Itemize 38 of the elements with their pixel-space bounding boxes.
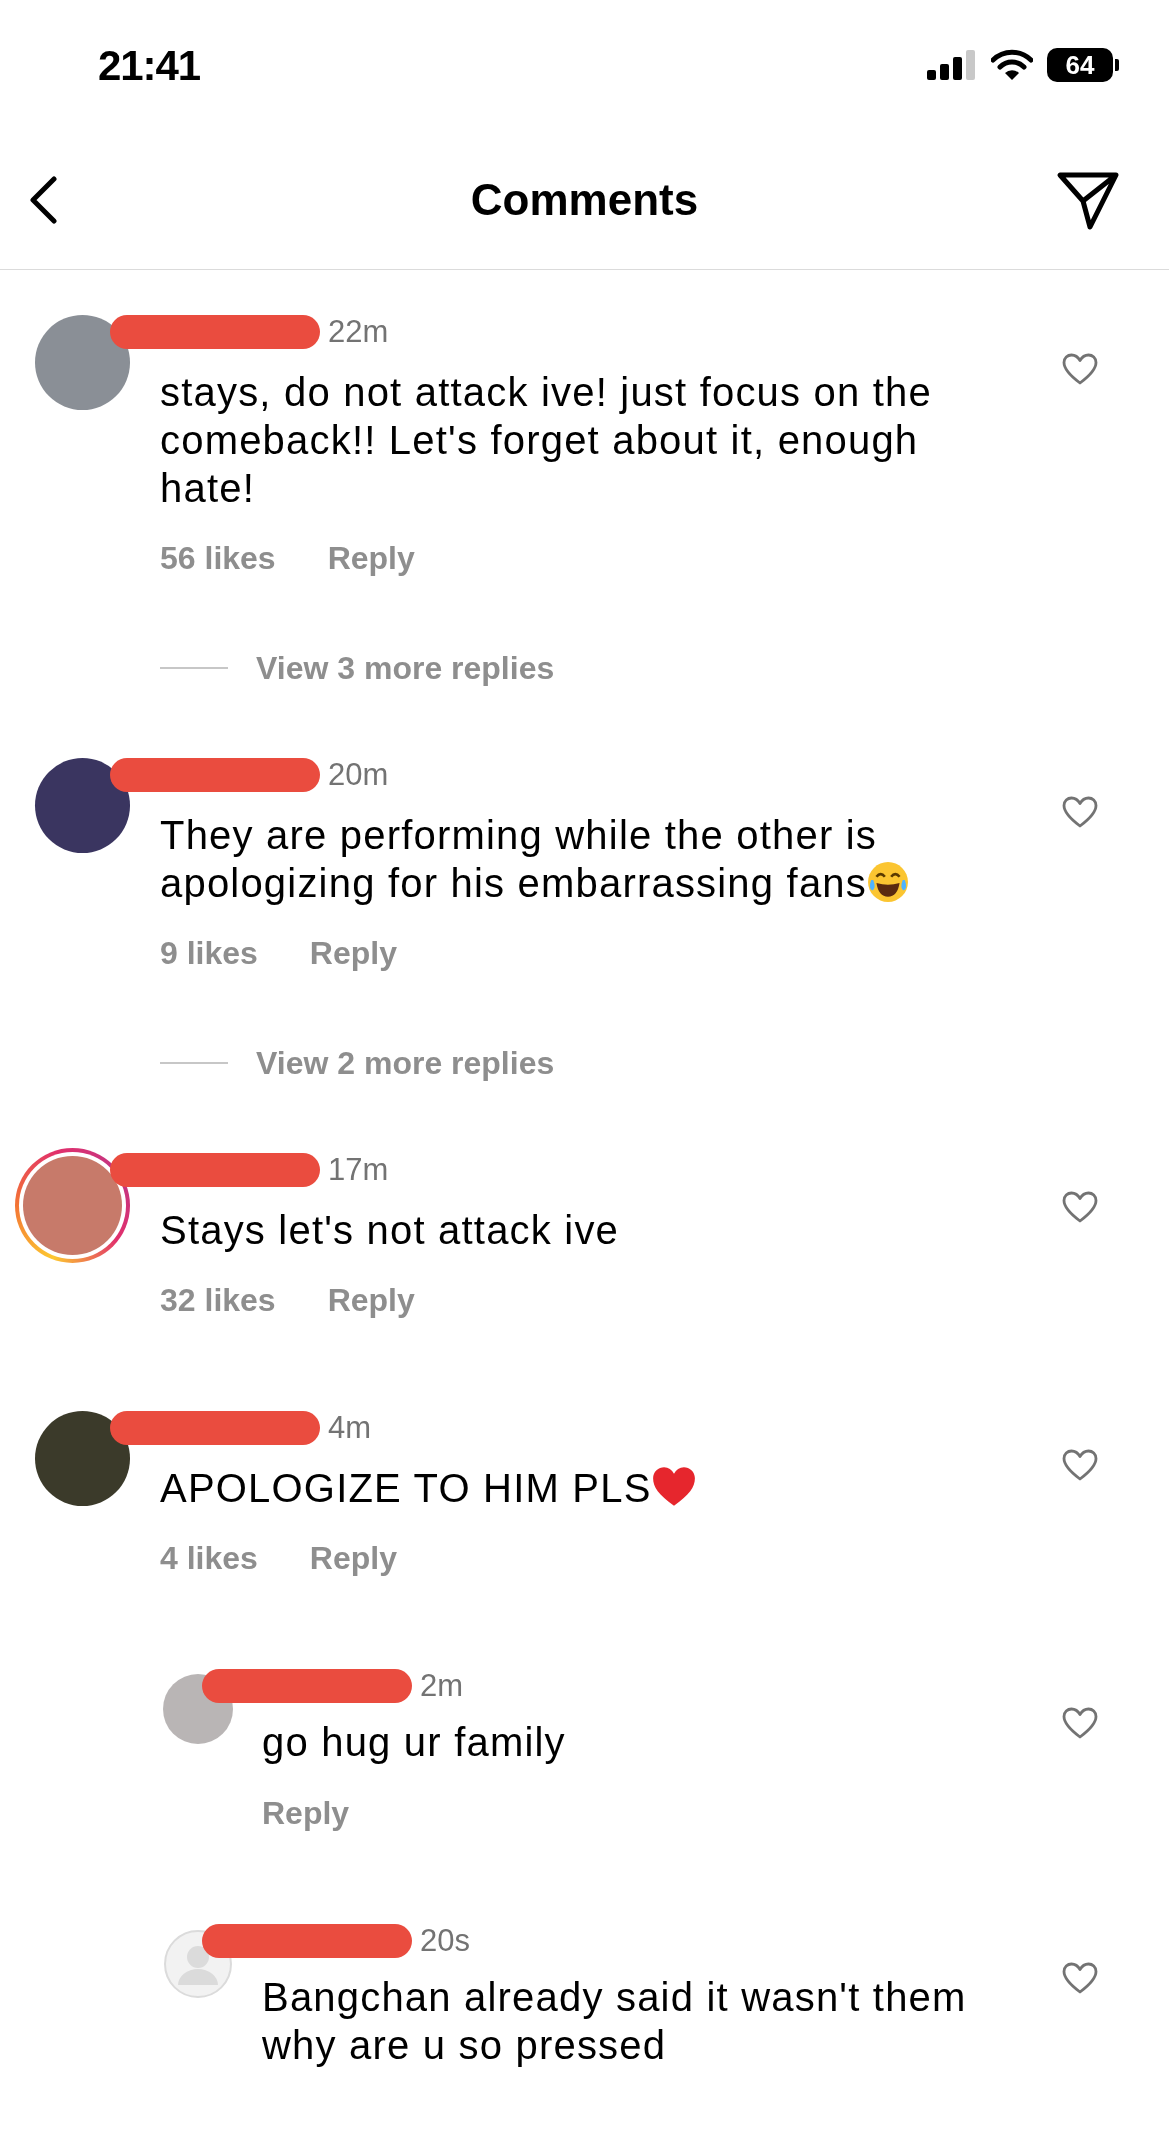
comment-time: 17m — [328, 1150, 389, 1189]
comment-text: APOLOGIZE TO HIM PLS — [160, 1464, 960, 1512]
like-heart-icon[interactable] — [1061, 1448, 1099, 1482]
like-heart-icon[interactable] — [1061, 1706, 1099, 1740]
like-heart-icon[interactable] — [1061, 352, 1099, 386]
comment-text: go hug ur family — [262, 1719, 567, 1766]
send-button[interactable] — [1055, 170, 1121, 232]
signal-icon — [927, 50, 977, 80]
reply-link[interactable]: Reply — [309, 929, 397, 977]
comment-time: 4m — [328, 1408, 372, 1447]
comment-text: They are performing while the other is apologizing for his embarrassing fans — [160, 811, 960, 907]
likes-count[interactable]: 56 likes — [160, 534, 276, 582]
comment-text: Stays let's not attack ive — [160, 1207, 621, 1254]
heart-emoji-icon — [651, 1466, 696, 1508]
comment-text: Bangchan already said it wasn't them why are u so pressed — [262, 1974, 968, 2069]
likes-count[interactable]: 9 likes — [160, 929, 258, 977]
view-replies-link[interactable]: View 3 more replies — [256, 644, 555, 692]
battery-indicator: 64 — [1047, 48, 1113, 82]
comment-text: stays, do not attack ive! just focus on the comeback!! Let's forget about it, enough hate! — [160, 369, 933, 512]
laughing-emoji-icon — [867, 861, 909, 903]
comment-time: 20s — [420, 1921, 470, 1960]
like-heart-icon[interactable] — [1061, 1961, 1099, 1995]
comment-time: 22m — [328, 312, 389, 351]
wifi-icon — [991, 49, 1033, 81]
page-title: Comments — [470, 173, 699, 226]
reply-link[interactable]: Reply — [309, 1534, 397, 1582]
comment-time: 20m — [328, 755, 389, 794]
view-replies-link[interactable]: View 2 more replies — [256, 1039, 555, 1087]
like-heart-icon[interactable] — [1061, 1190, 1099, 1224]
comment-time: 2m — [420, 1666, 464, 1705]
status-time: 21:41 — [98, 40, 201, 91]
reply-link[interactable]: Reply — [327, 1276, 415, 1324]
likes-count[interactable]: 4 likes — [160, 1534, 258, 1582]
like-heart-icon[interactable] — [1061, 795, 1099, 829]
reply-link[interactable]: Reply — [262, 1789, 350, 1837]
reply-link[interactable]: Reply — [327, 534, 415, 582]
battery-tip — [1115, 59, 1119, 71]
likes-count[interactable]: 32 likes — [160, 1276, 276, 1324]
